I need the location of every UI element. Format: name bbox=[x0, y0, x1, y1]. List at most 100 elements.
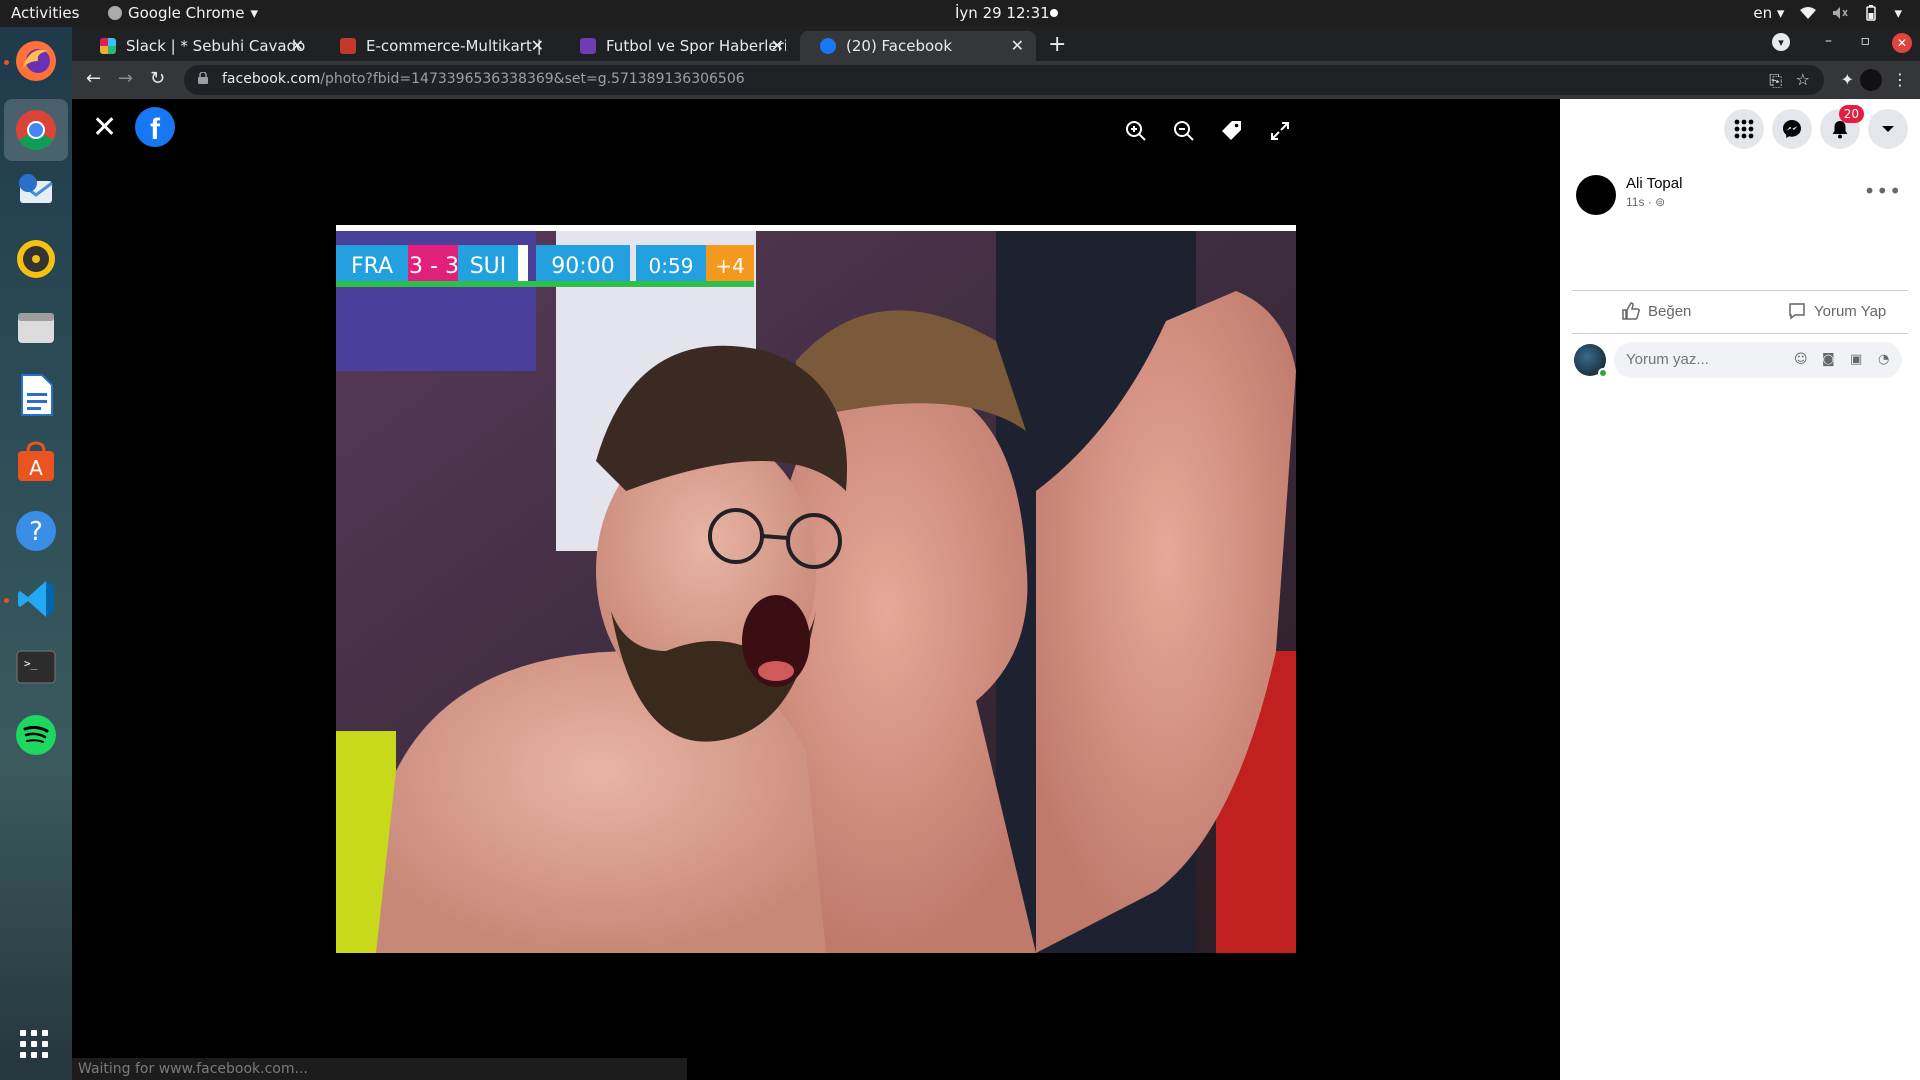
tab-search-icon[interactable]: ▾ bbox=[1772, 33, 1790, 51]
tab-title: E-commerce-Multikart | T bbox=[366, 37, 546, 55]
sticker-icon[interactable]: ◔ bbox=[1878, 352, 1894, 368]
tab-slack[interactable]: Slack | * Sebuhi Cavadov | ✕ bbox=[80, 31, 316, 61]
dock-running-indicator bbox=[4, 598, 9, 603]
system-tray[interactable]: en ▾ ▾ bbox=[1753, 4, 1902, 22]
tab-ecommerce[interactable]: E-commerce-Multikart | T ✕ bbox=[320, 31, 556, 61]
svg-text:>_: >_ bbox=[24, 657, 38, 670]
futbol-favicon-icon bbox=[580, 38, 596, 54]
reload-icon[interactable]: ↻ bbox=[150, 68, 165, 89]
dock-vscode[interactable] bbox=[12, 575, 60, 623]
bookmark-star-icon[interactable]: ☆ bbox=[1796, 70, 1810, 89]
tab-facebook[interactable]: (20) Facebook ✕ bbox=[800, 31, 1036, 61]
restore-icon[interactable]: ▫ bbox=[1861, 33, 1871, 49]
comment-label: Yorum Yap bbox=[1814, 302, 1887, 320]
wifi-icon bbox=[1800, 7, 1817, 19]
writer-icon bbox=[21, 374, 53, 416]
dock-chrome[interactable] bbox=[4, 99, 68, 161]
dock-help[interactable]: ? bbox=[12, 507, 60, 555]
forward-arrow-icon[interactable]: → bbox=[118, 68, 133, 89]
browser-toolbar: ← → ↻ facebook.com/photo?fbid=1473396536… bbox=[72, 61, 1920, 99]
tab-futbol[interactable]: Futbol ve Spor Haberleri | ✕ bbox=[560, 31, 796, 61]
lock-icon bbox=[198, 72, 208, 84]
post-author: Ali Topal 11s · ⊜ bbox=[1576, 175, 1682, 215]
score-home-team: FRA bbox=[351, 254, 393, 279]
zoom-out-icon[interactable] bbox=[1172, 119, 1196, 143]
comment-input[interactable] bbox=[1626, 351, 1786, 368]
caret-down-icon bbox=[1882, 126, 1894, 132]
fullscreen-icon[interactable] bbox=[1268, 119, 1292, 143]
status-bar: Waiting for www.facebook.com... bbox=[72, 1058, 687, 1080]
vscode-icon bbox=[18, 581, 54, 617]
show-applications-grid-icon[interactable] bbox=[20, 1030, 48, 1058]
emoji-icon[interactable]: ☺ bbox=[1794, 352, 1810, 368]
keyboard-layout-label: en bbox=[1753, 4, 1773, 22]
facebook-header-icons: 20 bbox=[1724, 105, 1908, 149]
notifications-button[interactable]: 20 bbox=[1820, 105, 1864, 149]
tab-close-icon[interactable]: ✕ bbox=[1011, 36, 1024, 55]
divider bbox=[1572, 290, 1908, 291]
url-text: facebook.com/photo?fbid=1473396536338369… bbox=[222, 71, 745, 87]
system-top-bar: Activities Google Chrome ▾ İyn 29 12:31 … bbox=[0, 0, 1920, 27]
dock-terminal[interactable]: >_ bbox=[12, 643, 60, 691]
current-user-avatar[interactable] bbox=[1574, 344, 1608, 378]
author-name[interactable]: Ali Topal bbox=[1626, 175, 1682, 192]
ubuntu-dock: A ? >_ bbox=[0, 27, 72, 1080]
messenger-icon bbox=[1783, 120, 1801, 138]
dock-files[interactable] bbox=[12, 303, 60, 351]
translate-icon[interactable]: ⎘ bbox=[1769, 71, 1782, 91]
close-window-icon[interactable]: ✕ bbox=[1892, 33, 1912, 53]
tab-title: (20) Facebook bbox=[846, 37, 953, 55]
keyboard-layout[interactable]: en ▾ bbox=[1753, 4, 1784, 22]
dock-thunderbird[interactable] bbox=[12, 167, 60, 215]
camera-icon[interactable]: ◙ bbox=[1822, 352, 1838, 368]
score-match-time: 90:00 bbox=[551, 254, 614, 279]
comment-composer: ☺ ◙ ▣ ◔ bbox=[1574, 342, 1902, 378]
activities-button[interactable]: Activities bbox=[11, 4, 79, 22]
app-menu[interactable]: Google Chrome ▾ bbox=[108, 4, 258, 22]
clock[interactable]: İyn 29 12:31 bbox=[955, 4, 1050, 22]
thumbs-up-icon bbox=[1622, 302, 1640, 320]
dock-firefox[interactable] bbox=[12, 37, 60, 85]
caret-down-icon: ▾ bbox=[250, 4, 259, 22]
multikart-favicon-icon bbox=[340, 38, 356, 54]
minimize-icon[interactable]: – bbox=[1825, 33, 1832, 49]
battery-icon bbox=[1866, 5, 1877, 21]
tab-close-icon[interactable]: ✕ bbox=[771, 36, 784, 55]
back-arrow-icon[interactable]: ← bbox=[86, 68, 101, 89]
messenger-button[interactable] bbox=[1772, 109, 1812, 149]
profile-avatar[interactable] bbox=[1860, 69, 1882, 91]
post-details-panel: 20 Ali Topal 11s · ⊜ ••• Beğen Yorum Yap bbox=[1560, 99, 1920, 1080]
account-button[interactable] bbox=[1868, 109, 1908, 149]
comment-box[interactable]: ☺ ◙ ▣ ◔ bbox=[1614, 342, 1902, 378]
more-options-icon[interactable]: ••• bbox=[1864, 179, 1902, 203]
facebook-logo-letter: f bbox=[150, 113, 160, 146]
tag-icon[interactable] bbox=[1220, 119, 1244, 143]
close-viewer-icon[interactable]: ✕ bbox=[92, 113, 117, 143]
dock-spotify[interactable] bbox=[12, 711, 60, 759]
extensions-puzzle-icon[interactable]: ✦ bbox=[1841, 70, 1854, 89]
post-time[interactable]: 11s · bbox=[1626, 195, 1652, 209]
zoom-in-icon[interactable] bbox=[1124, 119, 1148, 143]
slack-favicon-icon bbox=[100, 38, 116, 54]
tab-close-icon[interactable]: ✕ bbox=[531, 36, 544, 55]
tab-close-icon[interactable]: ✕ bbox=[291, 36, 304, 55]
chrome-menu-icon[interactable]: ⋮ bbox=[1892, 70, 1908, 89]
menu-button[interactable] bbox=[1724, 109, 1764, 149]
new-tab-plus-icon[interactable]: + bbox=[1048, 32, 1066, 57]
post-photo: FRA 3 - 3 SUI 90:00 0:59 +4 bbox=[336, 225, 1296, 953]
gif-icon[interactable]: ▣ bbox=[1850, 352, 1866, 368]
like-button[interactable]: Beğen bbox=[1622, 302, 1691, 320]
help-icon: ? bbox=[16, 511, 56, 551]
photo-viewer: ✕ f FRA 3 - 3 SUI 90:00 0:59 +4 bbox=[72, 99, 1560, 1080]
dock-writer[interactable] bbox=[12, 371, 60, 419]
address-bar[interactable]: facebook.com/photo?fbid=1473396536338369… bbox=[184, 65, 1824, 95]
dock-software[interactable]: A bbox=[12, 439, 60, 487]
author-avatar[interactable] bbox=[1576, 175, 1616, 215]
comment-button[interactable]: Yorum Yap bbox=[1788, 302, 1886, 320]
facebook-logo-icon[interactable]: f bbox=[135, 107, 175, 147]
globe-icon: ⊜ bbox=[1655, 195, 1666, 209]
dock-rhythmbox[interactable] bbox=[12, 235, 60, 283]
divider bbox=[1572, 333, 1908, 334]
chrome-app-icon bbox=[108, 6, 122, 20]
chrome-icon bbox=[16, 110, 56, 150]
